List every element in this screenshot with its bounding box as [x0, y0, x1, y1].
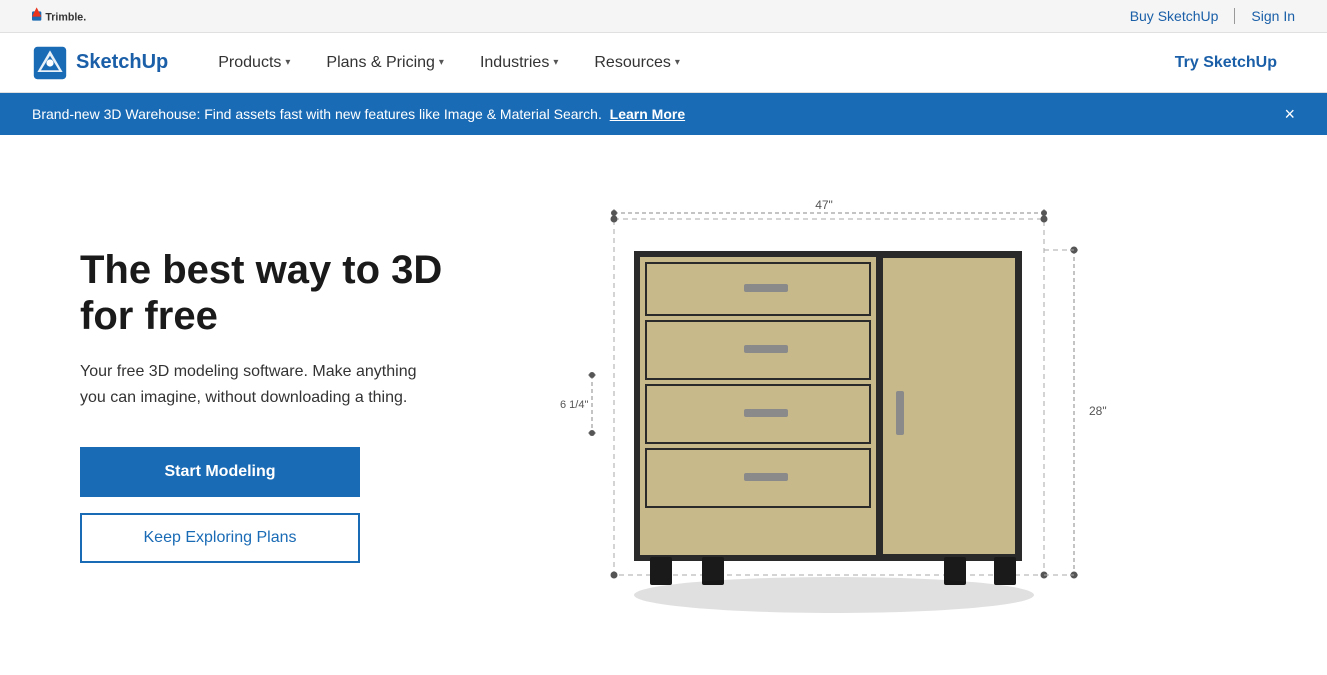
- trimble-logo: Trimble.: [32, 6, 1130, 26]
- hero-section: The best way to 3D for free Your free 3D…: [0, 135, 1327, 655]
- products-chevron-icon: ▾: [285, 57, 290, 68]
- banner-learn-more-link[interactable]: Learn More: [610, 106, 685, 122]
- nav-products[interactable]: Products ▾: [200, 33, 308, 93]
- plans-chevron-icon: ▾: [439, 57, 444, 68]
- svg-text:47": 47": [815, 198, 833, 212]
- start-modeling-button[interactable]: Start Modeling: [80, 447, 360, 497]
- sketchup-logo-text: SketchUp: [76, 51, 168, 74]
- dresser-svg: 47" 28" 6 1/4": [554, 195, 1174, 625]
- nav-links: Products ▾ Plans & Pricing ▾ Industries …: [200, 33, 1156, 93]
- svg-text:6 1/4": 6 1/4": [560, 399, 588, 411]
- divider: [1234, 8, 1235, 24]
- sketchup-logo-icon: [32, 45, 68, 81]
- industries-chevron-icon: ▾: [553, 57, 558, 68]
- nav-plans-pricing[interactable]: Plans & Pricing ▾: [308, 33, 462, 93]
- nav-resources[interactable]: Resources ▾: [576, 33, 698, 93]
- svg-text:28": 28": [1089, 404, 1107, 418]
- banner-text: Brand-new 3D Warehouse: Find assets fast…: [32, 106, 1268, 122]
- nav-bar: SketchUp Products ▾ Plans & Pricing ▾ In…: [0, 33, 1327, 93]
- nav-industries-label: Industries: [480, 54, 549, 72]
- nav-products-label: Products: [218, 54, 281, 72]
- trimble-logo-svg: Trimble.: [32, 6, 112, 26]
- sign-in-link[interactable]: Sign In: [1251, 8, 1295, 24]
- try-sketchup-link[interactable]: Try SketchUp: [1157, 33, 1295, 93]
- dresser-model: 47" 28" 6 1/4": [554, 195, 1154, 615]
- resources-chevron-icon: ▾: [675, 57, 680, 68]
- hero-content: The best way to 3D for free Your free 3D…: [80, 247, 460, 562]
- buy-sketchup-link[interactable]: Buy SketchUp: [1130, 8, 1219, 24]
- keep-exploring-plans-button[interactable]: Keep Exploring Plans: [80, 513, 360, 563]
- nav-resources-label: Resources: [594, 54, 670, 72]
- banner-message: Brand-new 3D Warehouse: Find assets fast…: [32, 106, 606, 122]
- hero-illustration: 47" 28" 6 1/4": [460, 195, 1247, 615]
- svg-text:Trimble.: Trimble.: [45, 12, 86, 24]
- nav-plans-label: Plans & Pricing: [326, 54, 435, 72]
- banner-close-button[interactable]: ×: [1284, 105, 1295, 123]
- hero-title: The best way to 3D for free: [80, 247, 460, 339]
- hero-subtitle: Your free 3D modeling software. Make any…: [80, 359, 420, 410]
- nav-industries[interactable]: Industries ▾: [462, 33, 576, 93]
- announcement-banner: Brand-new 3D Warehouse: Find assets fast…: [0, 93, 1327, 135]
- sketchup-logo[interactable]: SketchUp: [32, 45, 168, 81]
- top-bar: Trimble. Buy SketchUp Sign In: [0, 0, 1327, 33]
